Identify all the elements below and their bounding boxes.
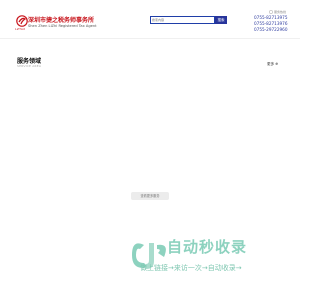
search-input[interactable]: [152, 17, 212, 23]
watermark-text: 自动秒收录: [167, 238, 248, 256]
section-subtitle: SERVICE AREA: [17, 64, 42, 68]
logo-caption: LZTAX: [15, 27, 26, 31]
more-link[interactable]: 更多 ⊕: [267, 62, 278, 67]
brand-name[interactable]: 深圳市捷之税务师事务所: [28, 15, 94, 24]
load-more-button[interactable]: 查看更多服务: [131, 192, 169, 200]
brand-name-en: Shen Zhen LiZhi Registered Tax Agent: [28, 24, 97, 28]
logo-icon[interactable]: [16, 15, 28, 27]
contact-label: 服务热线: [274, 10, 287, 14]
watermark-subtext: 做上链接→来访一次→自动收录→: [140, 264, 242, 272]
search-button[interactable]: 搜索: [215, 16, 227, 24]
header: LZTAX 深圳市捷之税务师事务所 Shen Zhen LiZhi Regist…: [0, 0, 300, 38]
phone-number[interactable]: 0755-82713976: [254, 21, 287, 26]
phone-icon: [269, 10, 273, 14]
phone-number[interactable]: 0755-82713975: [254, 15, 287, 20]
header-divider: [0, 38, 300, 39]
phone-number[interactable]: 0755-29722960: [254, 27, 287, 32]
search-box: [150, 16, 215, 24]
